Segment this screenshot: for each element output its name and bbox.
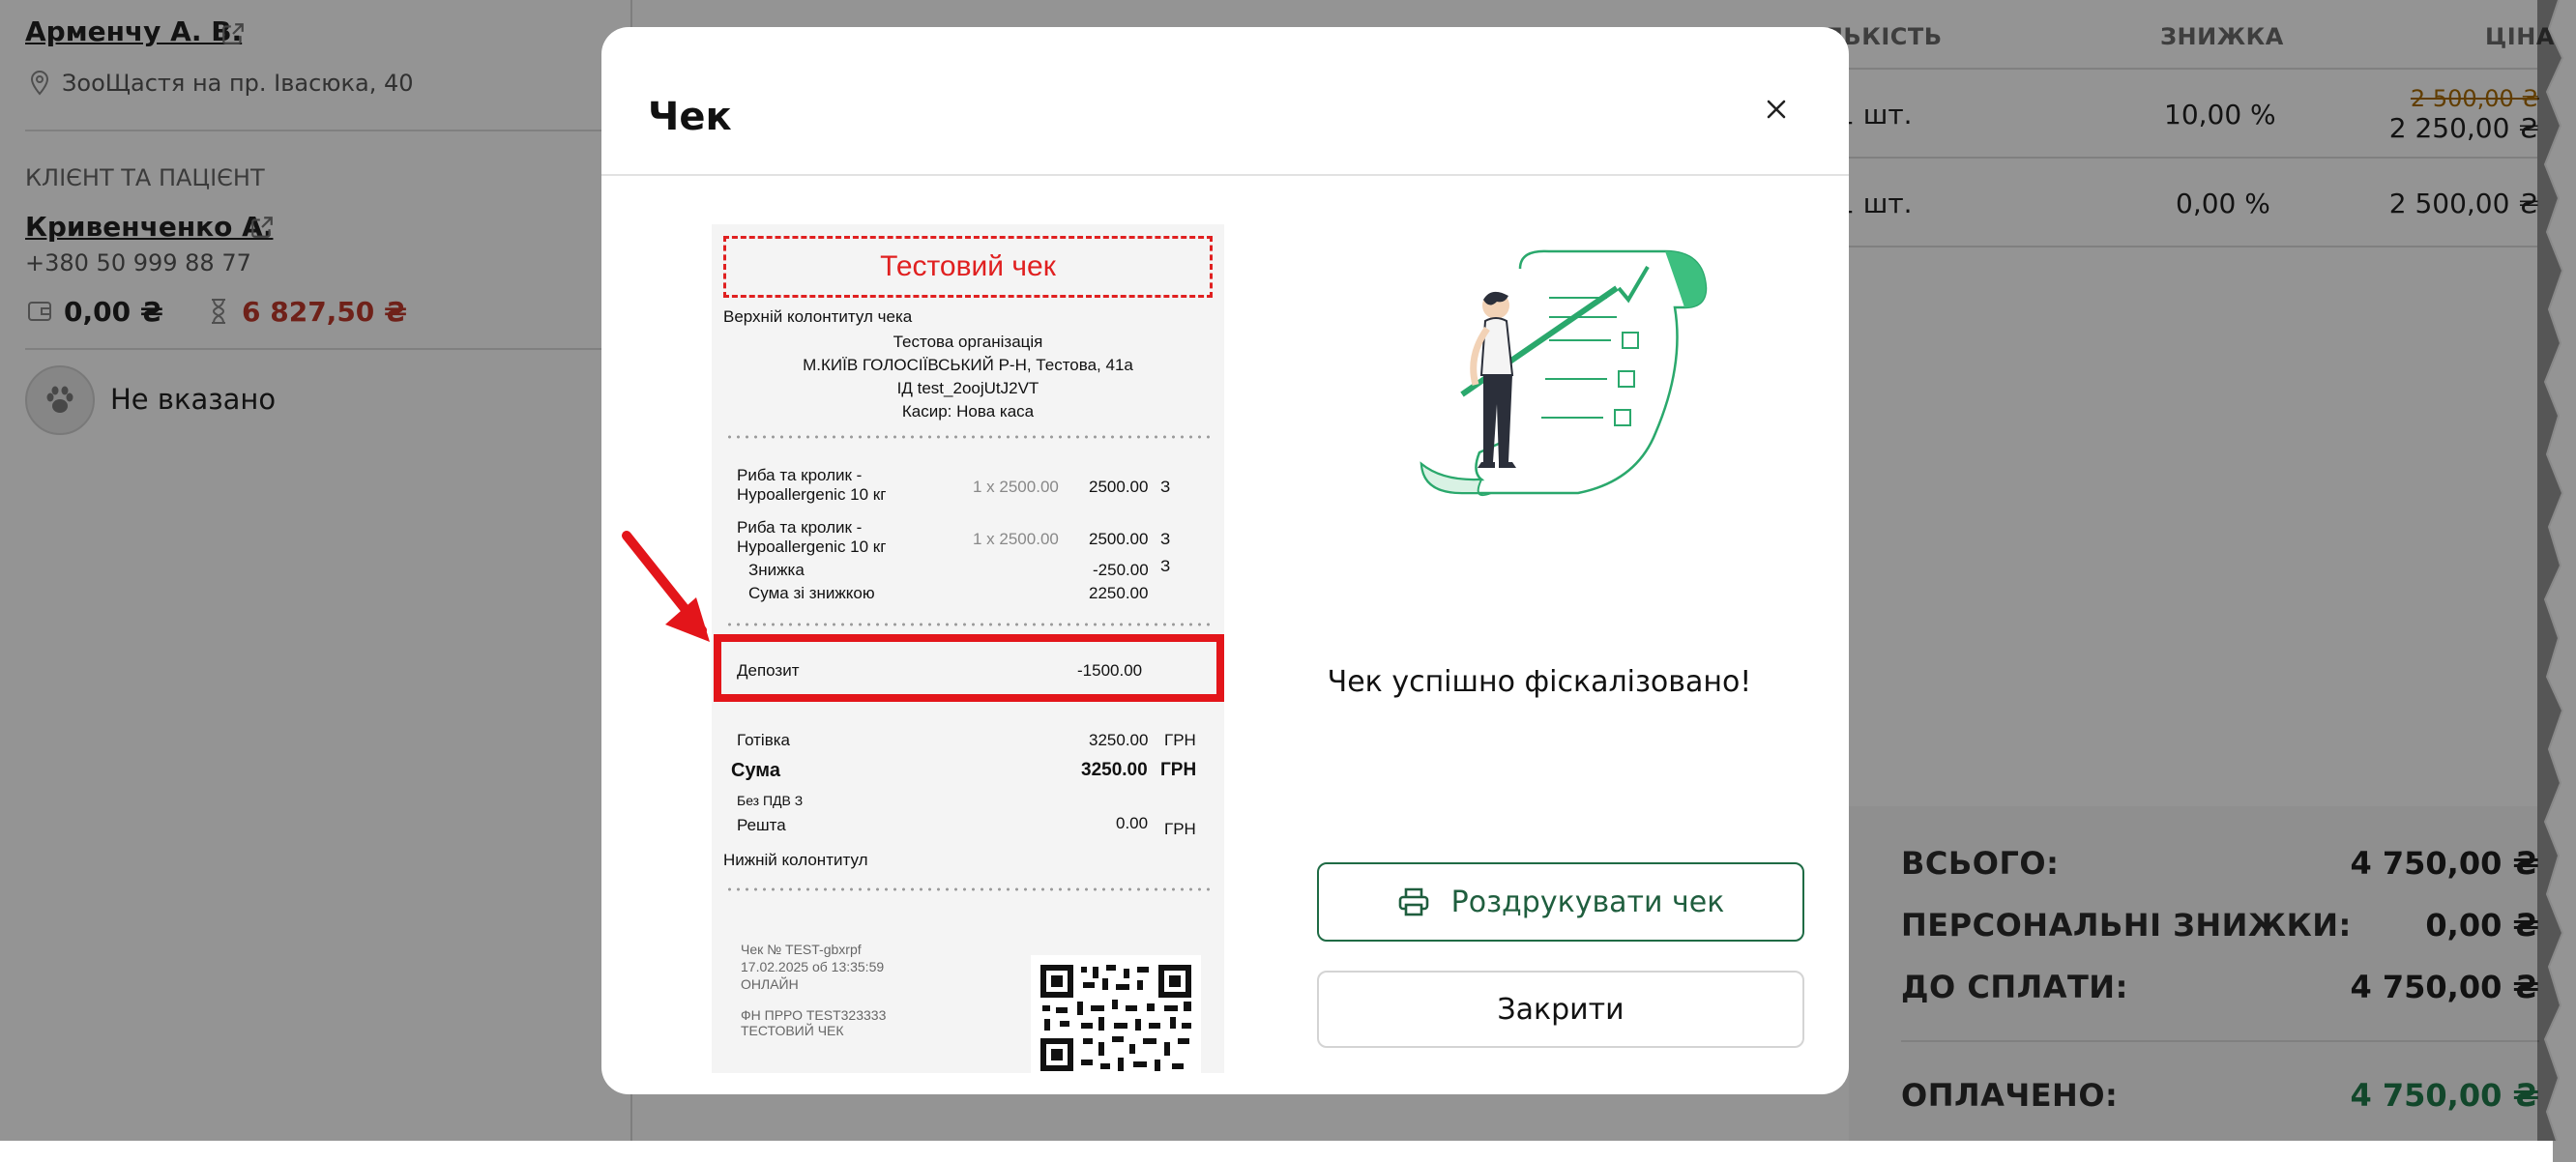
change-label: Решта bbox=[737, 816, 786, 834]
receipt-cashier: Касир: Нова каса bbox=[901, 402, 1035, 421]
modal-header-divider bbox=[601, 174, 1849, 176]
close-icon[interactable] bbox=[1766, 99, 1787, 120]
sum-currency: ГРН bbox=[1160, 760, 1197, 780]
red-arrow-annotation bbox=[622, 531, 710, 642]
close-modal-label: Закрити bbox=[1497, 992, 1625, 1027]
receipt-header-footer: Верхній колонтитул чека bbox=[723, 307, 913, 326]
receipt-org: Тестова організація bbox=[893, 333, 1043, 351]
item1-sum: 2500.00 bbox=[1089, 478, 1149, 496]
receipt-dotted-divider bbox=[725, 435, 1211, 439]
receipt-id: ІД test_2oojUtJ2VT bbox=[896, 379, 1039, 397]
vat-label: Без ПДВ З bbox=[737, 793, 804, 808]
change-value: 0.00 bbox=[1116, 814, 1149, 832]
print-receipt-button[interactable]: Роздрукувати чек bbox=[1317, 862, 1804, 942]
check-date: 17.02.2025 об 13:35:59 bbox=[741, 959, 885, 974]
receipt-dotted-divider bbox=[725, 887, 1211, 891]
item1-name-2: Hypoallergenic 10 кг bbox=[737, 485, 887, 504]
cash-currency: ГРН bbox=[1164, 731, 1196, 749]
deposit-highlight-box bbox=[714, 634, 1224, 702]
check-number: Чек № TEST-gbxrpf bbox=[741, 942, 862, 957]
item2-name: Риба та кролик - bbox=[737, 518, 863, 537]
item1-qty: 1 x 2500.00 bbox=[973, 478, 1059, 496]
item2-sum: 2500.00 bbox=[1089, 530, 1149, 548]
success-illustration bbox=[1420, 249, 1708, 497]
modal-close-button[interactable] bbox=[1752, 85, 1800, 133]
print-receipt-label: Роздрукувати чек bbox=[1450, 885, 1725, 919]
torn-edge-decoration bbox=[2537, 0, 2564, 1142]
item2-tax: З bbox=[1160, 530, 1171, 548]
close-modal-button[interactable]: Закрити bbox=[1317, 971, 1804, 1048]
receipt-address: М.КИЇВ ГОЛОСІЇВСЬКИЙ Р-Н, Тестова, 41а bbox=[803, 356, 1133, 374]
item2-name-2: Hypoallergenic 10 кг bbox=[737, 537, 887, 556]
cash-value: 3250.00 bbox=[1089, 731, 1149, 749]
fiscalization-status: Чек успішно фіскалізовано! bbox=[1327, 665, 1752, 699]
check-mode: ОНЛАЙН bbox=[741, 976, 799, 992]
modal-title: Чек bbox=[648, 95, 732, 139]
test-receipt-label: Тестовий чек bbox=[880, 250, 1056, 282]
receipt-dotted-divider bbox=[725, 623, 1211, 626]
printer-icon bbox=[1398, 887, 1428, 916]
test-receipt-banner: Тестовий чек bbox=[723, 236, 1213, 298]
item1-tax: З bbox=[1160, 478, 1171, 496]
fiscal-number: ФН ПРРО TEST323333 bbox=[741, 1007, 887, 1023]
item1-name: Риба та кролик - bbox=[737, 466, 863, 484]
test-check-label: ТЕСТОВИЙ ЧЕК bbox=[741, 1023, 844, 1038]
sum-label: Сума bbox=[731, 760, 780, 781]
discount-label: Знижка bbox=[748, 561, 805, 579]
discount-tax: З bbox=[1160, 557, 1171, 575]
bottom-strip bbox=[0, 1141, 2553, 1162]
after-discount-label: Сума зі знижкою bbox=[748, 584, 875, 602]
receipt-modal: Чек Тестовий чек Верхній колонтитул чека… bbox=[601, 27, 1849, 1094]
discount-value: -250.00 bbox=[1093, 561, 1149, 579]
qr-code bbox=[1031, 955, 1201, 1073]
after-discount-value: 2250.00 bbox=[1089, 584, 1149, 602]
cash-label: Готівка bbox=[737, 731, 791, 749]
sum-value: 3250.00 bbox=[1081, 760, 1148, 780]
item2-qty: 1 x 2500.00 bbox=[973, 530, 1059, 548]
receipt-footer-label: Нижній колонтитул bbox=[723, 851, 868, 869]
change-currency: ГРН bbox=[1164, 820, 1196, 838]
